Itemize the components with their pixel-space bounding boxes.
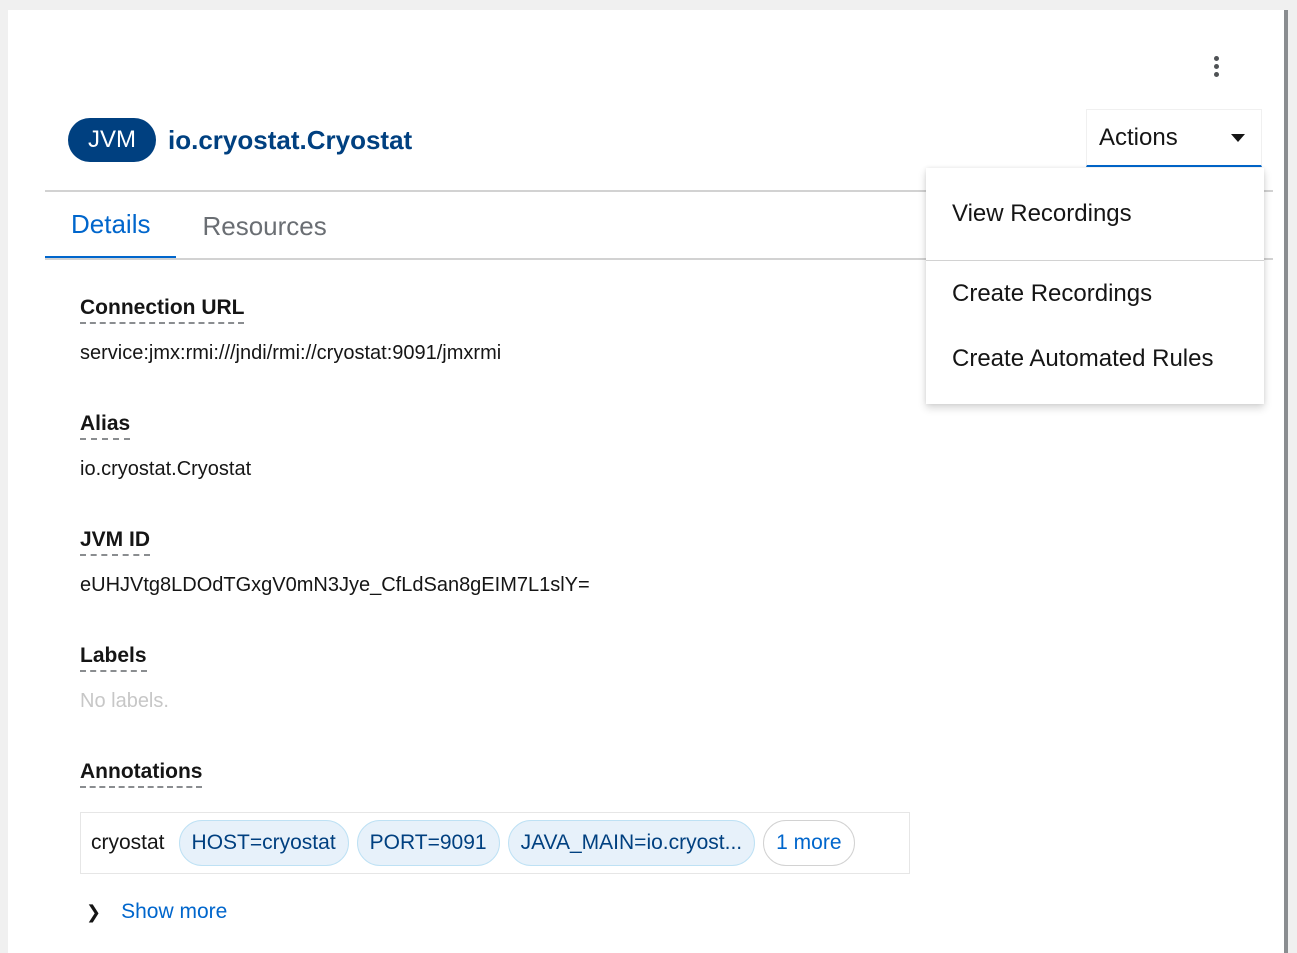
jvm-badge: JVM bbox=[68, 118, 156, 162]
annotations-label[interactable]: Annotations bbox=[80, 760, 203, 788]
actions-label: Actions bbox=[1099, 123, 1178, 151]
kebab-menu-icon[interactable] bbox=[1204, 50, 1228, 82]
actions-dropdown-toggle[interactable]: Actions bbox=[1086, 109, 1262, 167]
alias-label[interactable]: Alias bbox=[80, 412, 131, 440]
jvm-id-value: eUHJVtg8LDOdTGxgV0mN3Jye_CfLdSan8gEIM7L1… bbox=[80, 574, 590, 596]
target-details-panel: JVM io.cryostat.Cryostat Actions Details… bbox=[8, 10, 1288, 953]
annotations-field: Annotations bbox=[80, 760, 203, 788]
show-more-toggle[interactable]: ❯ Show more bbox=[86, 900, 227, 924]
jvm-id-field: JVM ID eUHJVtg8LDOdTGxgV0mN3Jye_CfLdSan8… bbox=[80, 528, 590, 597]
labels-label[interactable]: Labels bbox=[80, 644, 147, 672]
menu-item-create-recordings[interactable]: Create Recordings bbox=[952, 280, 1152, 308]
chevron-right-icon: ❯ bbox=[86, 901, 102, 922]
annotation-chip: HOST=cryostat bbox=[178, 820, 349, 866]
connection-url-field: Connection URL service:jmx:rmi:///jndi/r… bbox=[80, 296, 501, 365]
kebab-dot bbox=[1213, 63, 1219, 69]
alias-value: io.cryostat.Cryostat bbox=[80, 458, 252, 480]
target-header: JVM io.cryostat.Cryostat bbox=[68, 118, 412, 162]
menu-item-view-recordings[interactable]: View Recordings bbox=[952, 200, 1132, 228]
labels-value: No labels. bbox=[80, 690, 169, 712]
actions-menu: View Recordings Create Recordings Create… bbox=[926, 168, 1264, 404]
show-more-label: Show more bbox=[121, 900, 228, 923]
kebab-dot bbox=[1213, 55, 1219, 61]
target-name: io.cryostat.Cryostat bbox=[168, 124, 413, 155]
more-chips-button[interactable]: 1 more bbox=[763, 820, 855, 866]
menu-item-create-automated-rules[interactable]: Create Automated Rules bbox=[952, 345, 1213, 373]
annotation-chip-group: cryostat HOST=cryostat PORT=9091 JAVA_MA… bbox=[80, 812, 910, 874]
alias-field: Alias io.cryostat.Cryostat bbox=[80, 412, 251, 481]
tab-details[interactable]: Details bbox=[45, 192, 177, 260]
annotation-chip: JAVA_MAIN=io.cryost... bbox=[507, 820, 756, 866]
annotation-chip: PORT=9091 bbox=[356, 820, 500, 866]
connection-url-label[interactable]: Connection URL bbox=[80, 296, 245, 324]
tab-list: Details Resources bbox=[45, 192, 353, 260]
caret-down-icon bbox=[1231, 133, 1245, 142]
tab-resources[interactable]: Resources bbox=[176, 192, 352, 260]
menu-separator bbox=[926, 260, 1264, 261]
kebab-dot bbox=[1213, 71, 1219, 77]
connection-url-value: service:jmx:rmi:///jndi/rmi://cryostat:9… bbox=[80, 342, 502, 364]
labels-field: Labels No labels. bbox=[80, 644, 169, 713]
annotation-category: cryostat bbox=[91, 831, 165, 854]
jvm-id-label[interactable]: JVM ID bbox=[80, 528, 151, 556]
